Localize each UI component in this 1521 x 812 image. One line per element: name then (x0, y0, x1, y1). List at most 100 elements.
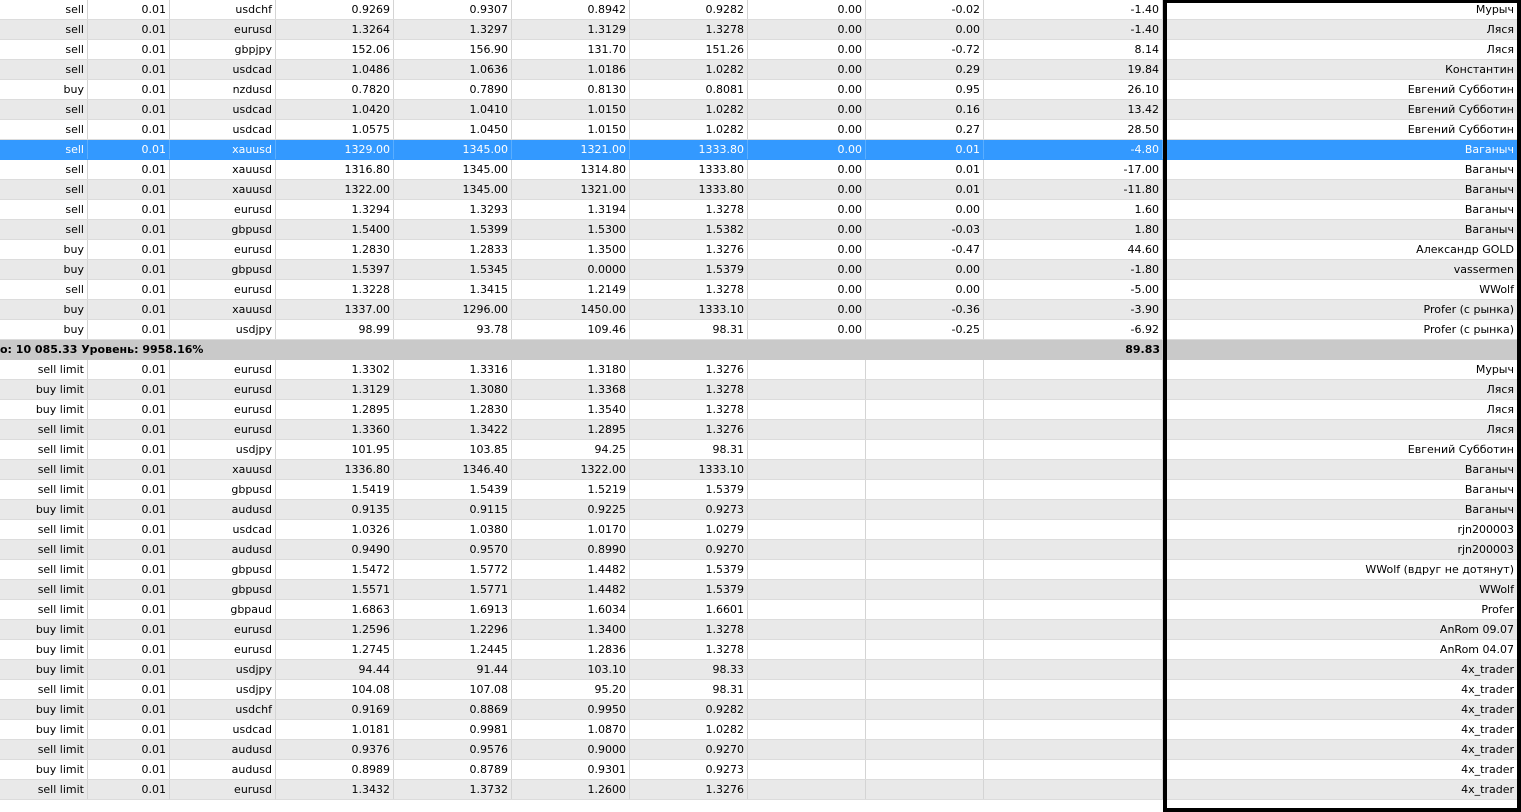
comment-cell: Мурыч (1163, 360, 1518, 379)
profit-cell: 1.80 (984, 220, 1163, 239)
sl-cell: 1.3297 (394, 20, 512, 39)
comment-cell: rjn200003 (1163, 540, 1518, 559)
sl-cell: 1.0636 (394, 60, 512, 79)
tp-cell: 0.0000 (512, 260, 630, 279)
position-row[interactable]: sell 0.01 usdcad 1.0575 1.0450 1.0150 1.0282 0.… (0, 120, 1518, 140)
volume-cell: 0.01 (88, 720, 170, 739)
current-price-cell: 0.9282 (630, 700, 748, 719)
comment-cell: 4x_trader (1163, 740, 1518, 759)
position-row[interactable]: buy 0.01 eurusd 1.2830 1.2833 1.3500 1.3276 0.0… (0, 240, 1518, 260)
sl-cell: 1.2833 (394, 240, 512, 259)
current-price-cell: 1333.80 (630, 140, 748, 159)
tp-cell: 0.9301 (512, 760, 630, 779)
volume-cell: 0.01 (88, 0, 170, 19)
symbol-cell: usdcad (170, 60, 276, 79)
total-profit-cell: 89.83 (1125, 343, 1160, 356)
volume-cell: 0.01 (88, 140, 170, 159)
current-price-cell: 98.31 (630, 680, 748, 699)
commission-cell: 0.00 (748, 300, 866, 319)
order-row[interactable]: sell limit 0.01 gbpusd 1.5472 1.5772 1.4482 1.… (0, 560, 1518, 580)
comment-cell: Profer (с рынка) (1163, 300, 1518, 319)
type-cell: sell limit (0, 420, 88, 439)
order-row[interactable]: sell limit 0.01 xauusd 1336.80 1346.40 1322.0… (0, 460, 1518, 480)
account-summary-row: o: 10 085.33 Уровень: 9958.16% 89.83 (0, 340, 1518, 360)
order-row[interactable]: sell limit 0.01 audusd 0.9376 0.9576 0.9000 0.… (0, 740, 1518, 760)
profit-cell (984, 640, 1163, 659)
position-row[interactable]: sell 0.01 xauusd 1316.80 1345.00 1314.80 1333.… (0, 160, 1518, 180)
symbol-cell: usdjpy (170, 680, 276, 699)
tp-cell: 95.20 (512, 680, 630, 699)
swap-cell: -0.36 (866, 300, 984, 319)
profit-cell (984, 380, 1163, 399)
position-row[interactable]: buy 0.01 nzdusd 0.7820 0.7890 0.8130 0.8081 0.0… (0, 80, 1518, 100)
sl-cell: 1.3732 (394, 780, 512, 799)
order-row[interactable]: buy limit 0.01 audusd 0.8989 0.8789 0.9301 0.9… (0, 760, 1518, 780)
position-row[interactable]: sell 0.01 eurusd 1.3228 1.3415 1.2149 1.3278 0.… (0, 280, 1518, 300)
profit-cell (984, 420, 1163, 439)
comment-cell: Ваганыч (1163, 220, 1518, 239)
order-row[interactable]: buy limit 0.01 audusd 0.9135 0.9115 0.9225 0.9… (0, 500, 1518, 520)
volume-cell: 0.01 (88, 520, 170, 539)
sl-cell: 1.2830 (394, 400, 512, 419)
commission-cell: 0.00 (748, 160, 866, 179)
comment-cell: Ваганыч (1163, 460, 1518, 479)
order-row[interactable]: buy limit 0.01 eurusd 1.3129 1.3080 1.3368 1.3… (0, 380, 1518, 400)
price-cell: 1.0326 (276, 520, 394, 539)
symbol-cell: eurusd (170, 420, 276, 439)
symbol-cell: gbpjpy (170, 40, 276, 59)
order-row[interactable]: sell limit 0.01 gbpusd 1.5571 1.5771 1.4482 1.… (0, 580, 1518, 600)
position-row[interactable]: sell 0.01 gbpjpy 152.06 156.90 131.70 151.26 0.… (0, 40, 1518, 60)
tp-cell: 1321.00 (512, 180, 630, 199)
type-cell: sell (0, 100, 88, 119)
trade-terminal-table: sell 0.01 usdchf 0.9269 0.9307 0.8942 0.9282 0.… (0, 0, 1521, 812)
type-cell: buy (0, 240, 88, 259)
position-row[interactable]: sell 0.01 xauusd 1322.00 1345.00 1321.00 1333.… (0, 180, 1518, 200)
order-row[interactable]: sell limit 0.01 usdjpy 101.95 103.85 94.25 98.… (0, 440, 1518, 460)
current-price-cell: 1.3278 (630, 280, 748, 299)
symbol-cell: audusd (170, 740, 276, 759)
position-row[interactable]: sell 0.01 usdchf 0.9269 0.9307 0.8942 0.9282 0.… (0, 0, 1518, 20)
commission-cell: 0.00 (748, 60, 866, 79)
order-row[interactable]: sell limit 0.01 eurusd 1.3432 1.3732 1.2600 1.… (0, 780, 1518, 800)
position-row[interactable]: buy 0.01 usdjpy 98.99 93.78 109.46 98.31 0.00 -0… (0, 320, 1518, 340)
position-row[interactable]: sell 0.01 eurusd 1.3294 1.3293 1.3194 1.3278 0.… (0, 200, 1518, 220)
position-row[interactable]: sell 0.01 eurusd 1.3264 1.3297 1.3129 1.3278 0.… (0, 20, 1518, 40)
order-row[interactable]: buy limit 0.01 usdjpy 94.44 91.44 103.10 98.33… (0, 660, 1518, 680)
volume-cell: 0.01 (88, 600, 170, 619)
profit-cell: 26.10 (984, 80, 1163, 99)
position-row[interactable]: sell 0.01 xauusd 1329.00 1345.00 1321.00 1333.… (0, 140, 1518, 160)
position-row[interactable]: sell 0.01 usdcad 1.0420 1.0410 1.0150 1.0282 0.… (0, 100, 1518, 120)
swap-cell: 0.95 (866, 80, 984, 99)
comment-cell: Ляся (1163, 400, 1518, 419)
comment-cell: rjn200003 (1163, 520, 1518, 539)
position-row[interactable]: buy 0.01 xauusd 1337.00 1296.00 1450.00 1333.1… (0, 300, 1518, 320)
commission-cell: 0.00 (748, 0, 866, 19)
order-row[interactable]: buy limit 0.01 eurusd 1.2895 1.2830 1.3540 1.3… (0, 400, 1518, 420)
symbol-cell: xauusd (170, 160, 276, 179)
order-row[interactable]: buy limit 0.01 usdcad 1.0181 0.9981 1.0870 1.0… (0, 720, 1518, 740)
order-row[interactable]: buy limit 0.01 usdchf 0.9169 0.8869 0.9950 0.9… (0, 700, 1518, 720)
current-price-cell: 98.33 (630, 660, 748, 679)
order-row[interactable]: buy limit 0.01 eurusd 1.2745 1.2445 1.2836 1.3… (0, 640, 1518, 660)
order-row[interactable]: sell limit 0.01 usdcad 1.0326 1.0380 1.0170 1.… (0, 520, 1518, 540)
order-row[interactable]: buy limit 0.01 eurusd 1.2596 1.2296 1.3400 1.3… (0, 620, 1518, 640)
price-cell: 1.0486 (276, 60, 394, 79)
sl-cell: 1345.00 (394, 160, 512, 179)
price-cell: 1.5397 (276, 260, 394, 279)
order-row[interactable]: sell limit 0.01 gbpaud 1.6863 1.6913 1.6034 1.… (0, 600, 1518, 620)
position-row[interactable]: sell 0.01 usdcad 1.0486 1.0636 1.0186 1.0282 0.… (0, 60, 1518, 80)
order-row[interactable]: sell limit 0.01 eurusd 1.3360 1.3422 1.2895 1.… (0, 420, 1518, 440)
symbol-cell: xauusd (170, 140, 276, 159)
price-cell: 1.5571 (276, 580, 394, 599)
current-price-cell: 1.3276 (630, 780, 748, 799)
order-row[interactable]: sell limit 0.01 audusd 0.9490 0.9570 0.8990 0.… (0, 540, 1518, 560)
price-cell: 1.3432 (276, 780, 394, 799)
position-row[interactable]: sell 0.01 gbpusd 1.5400 1.5399 1.5300 1.5382 0.… (0, 220, 1518, 240)
type-cell: buy (0, 80, 88, 99)
profit-cell (984, 540, 1163, 559)
order-row[interactable]: sell limit 0.01 eurusd 1.3302 1.3316 1.3180 1.… (0, 360, 1518, 380)
order-row[interactable]: sell limit 0.01 usdjpy 104.08 107.08 95.20 98.… (0, 680, 1518, 700)
order-row[interactable]: sell limit 0.01 gbpusd 1.5419 1.5439 1.5219 1.… (0, 480, 1518, 500)
sl-cell: 1.0380 (394, 520, 512, 539)
position-row[interactable]: buy 0.01 gbpusd 1.5397 1.5345 0.0000 1.5379 0.0… (0, 260, 1518, 280)
